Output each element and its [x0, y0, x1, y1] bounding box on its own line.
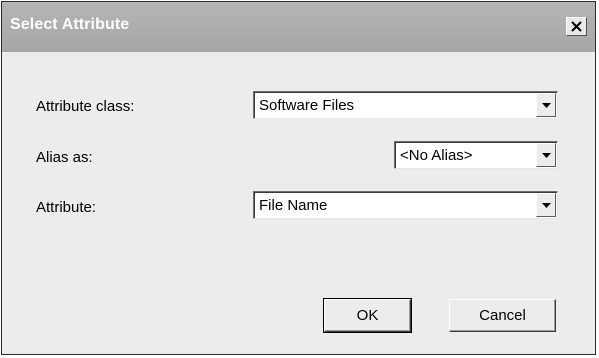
alias-as-dropdown-button[interactable]	[536, 143, 556, 167]
title-bar[interactable]: Select Attribute	[2, 2, 595, 52]
alias-as-label: Alias as:	[36, 149, 93, 166]
chevron-down-icon	[542, 153, 551, 158]
alias-as-select[interactable]: <No Alias>	[394, 141, 558, 169]
attribute-class-value: Software Files	[259, 97, 355, 114]
cancel-button[interactable]: Cancel	[449, 299, 556, 332]
attribute-select[interactable]: File Name	[253, 191, 558, 219]
attribute-label: Attribute:	[36, 199, 97, 216]
attribute-class-label: Attribute class:	[36, 98, 135, 115]
ok-button[interactable]: OK	[323, 298, 412, 333]
close-button[interactable]	[566, 17, 587, 36]
chevron-down-icon	[542, 103, 551, 108]
chevron-down-icon	[542, 203, 551, 208]
attribute-class-dropdown-button[interactable]	[536, 93, 556, 117]
close-icon	[571, 21, 582, 32]
attribute-class-select[interactable]: Software Files	[253, 91, 558, 119]
dialog-title: Select Attribute	[10, 16, 130, 33]
attribute-value: File Name	[259, 197, 328, 214]
select-attribute-dialog: Select Attribute Attribute class: Softwa…	[1, 1, 596, 355]
alias-as-value: <No Alias>	[400, 147, 473, 164]
attribute-dropdown-button[interactable]	[536, 193, 556, 217]
